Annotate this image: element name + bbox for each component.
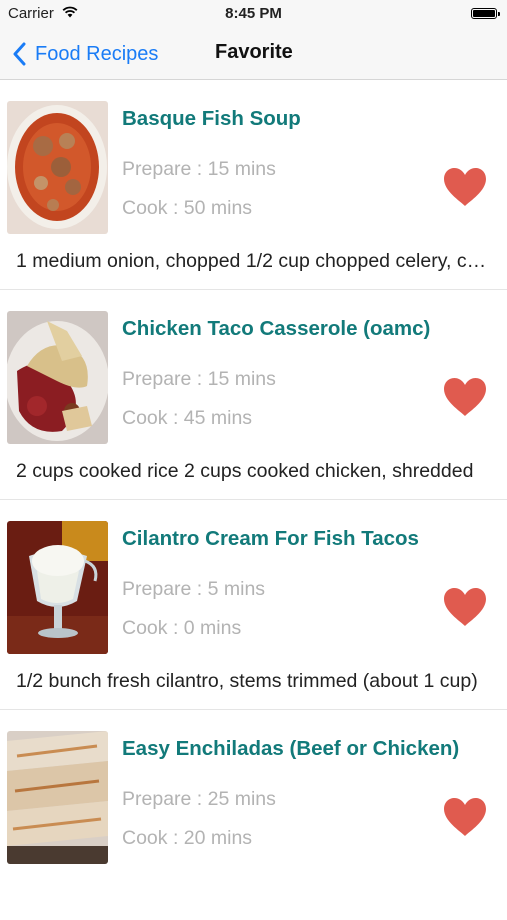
recipe-thumbnail	[7, 731, 108, 864]
battery-icon	[471, 8, 500, 19]
navigation-bar: Food Recipes Favorite	[0, 28, 507, 80]
recipe-title: Cilantro Cream For Fish Tacos	[122, 527, 419, 550]
recipe-title: Basque Fish Soup	[122, 107, 301, 130]
recipe-list: Basque Fish Soup Prepare : 15 mins Cook …	[0, 80, 507, 920]
cook-time: Cook : 0 mins	[122, 617, 242, 639]
recipe-thumbnail	[7, 521, 108, 654]
clock: 8:45 PM	[225, 5, 282, 22]
prepare-time: Prepare : 25 mins	[122, 788, 276, 810]
prepare-time: Prepare : 15 mins	[122, 368, 276, 390]
heart-icon[interactable]	[442, 796, 488, 838]
back-button[interactable]: Food Recipes	[12, 39, 158, 69]
ingredients-preview: 1 medium onion, chopped 1/2 cup chopped …	[16, 250, 496, 272]
back-button-label: Food Recipes	[35, 42, 159, 65]
heart-icon[interactable]	[442, 166, 488, 208]
recipe-row[interactable]: Basque Fish Soup Prepare : 15 mins Cook …	[0, 80, 507, 290]
recipe-title: Chicken Taco Casserole (oamc)	[122, 317, 431, 340]
recipe-thumbnail	[7, 101, 108, 234]
page-title: Favorite	[215, 41, 293, 63]
prepare-time: Prepare : 5 mins	[122, 578, 266, 600]
recipe-row[interactable]: Cilantro Cream For Fish Tacos Prepare : …	[0, 500, 507, 710]
chevron-left-icon	[13, 42, 26, 66]
recipe-title: Easy Enchiladas (Beef or Chicken)	[122, 737, 460, 760]
recipe-thumbnail	[7, 311, 108, 444]
heart-icon[interactable]	[442, 586, 488, 628]
heart-icon[interactable]	[442, 376, 488, 418]
recipe-row[interactable]: Chicken Taco Casserole (oamc) Prepare : …	[0, 290, 507, 500]
ingredients-preview: 2 cups cooked rice 2 cups cooked chicken…	[16, 460, 474, 482]
cook-time: Cook : 45 mins	[122, 407, 253, 429]
cook-time: Cook : 20 mins	[122, 827, 253, 849]
recipe-row[interactable]: Easy Enchiladas (Beef or Chicken) Prepar…	[0, 710, 507, 920]
ingredients-preview: 1/2 bunch fresh cilantro, stems trimmed …	[16, 670, 478, 692]
status-bar: Carrier 8:45 PM	[0, 0, 507, 28]
prepare-time: Prepare : 15 mins	[122, 158, 276, 180]
cook-time: Cook : 50 mins	[122, 197, 253, 219]
